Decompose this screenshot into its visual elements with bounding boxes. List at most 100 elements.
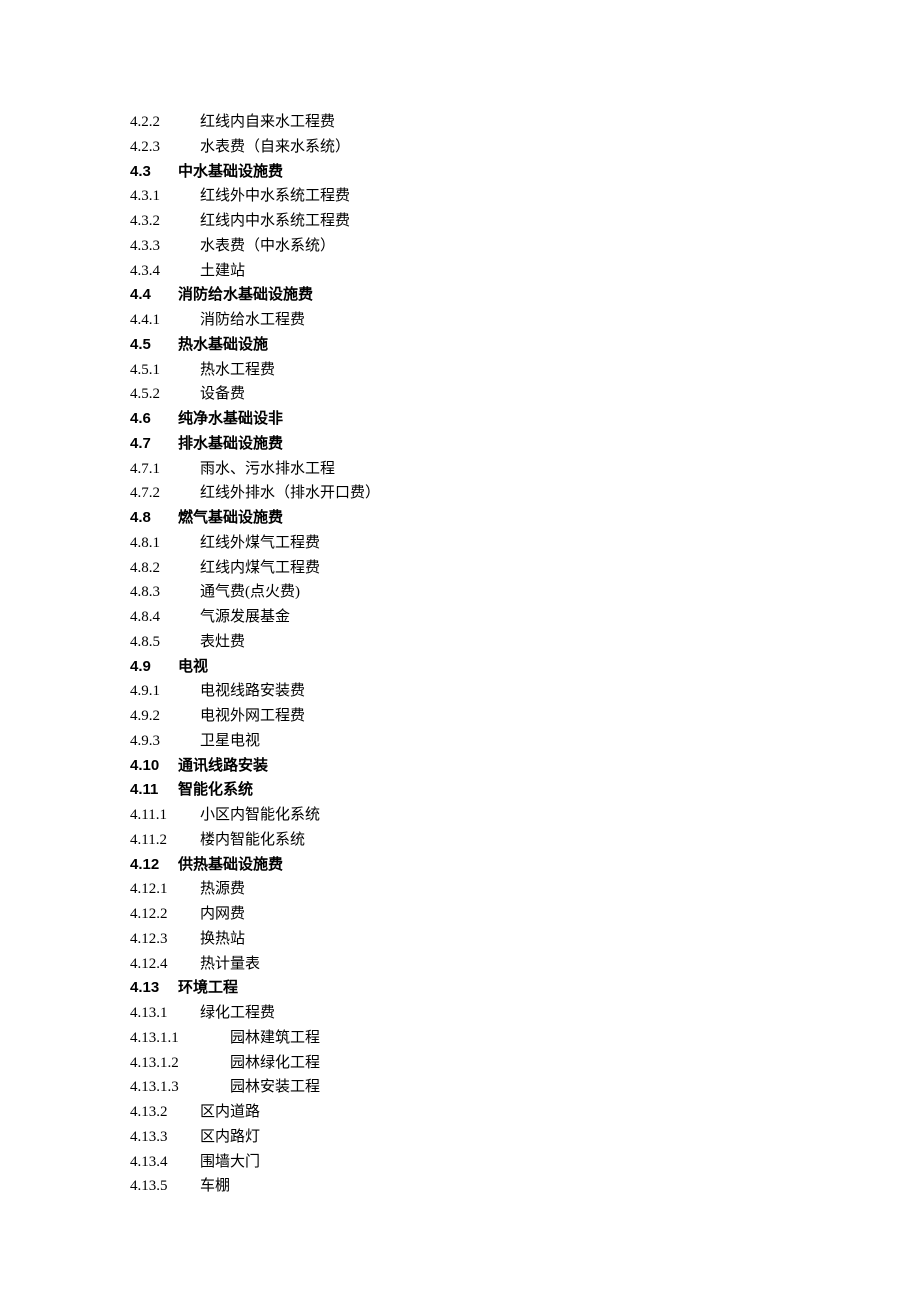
item-label: 内网费 [200, 906, 245, 922]
item-number: 4.8.1 [130, 531, 200, 556]
item-label: 园林建筑工程 [230, 1030, 320, 1046]
item-number: 4.5.1 [130, 358, 200, 383]
item-number: 4.7.2 [130, 481, 200, 506]
outline-item: 4.13.5车棚 [130, 1174, 790, 1199]
outline-item: 4.10通讯线路安装 [130, 754, 790, 779]
outline-item: 4.9.3卫星电视 [130, 729, 790, 754]
item-label: 通讯线路安装 [178, 757, 268, 774]
item-number: 4.8 [130, 506, 178, 531]
item-label: 电视 [178, 658, 208, 675]
item-label: 卫星电视 [200, 733, 260, 749]
item-number: 4.12.4 [130, 952, 200, 977]
item-label: 消防给水工程费 [200, 312, 305, 328]
item-number: 4.3 [130, 160, 178, 185]
item-number: 4.4 [130, 283, 178, 308]
item-number: 4.9.2 [130, 704, 200, 729]
outline-item: 4.2.2红线内自来水工程费 [130, 110, 790, 135]
item-label: 热源费 [200, 881, 245, 897]
item-number: 4.3.4 [130, 259, 200, 284]
item-number: 4.12 [130, 853, 178, 878]
outline-item: 4.3.3水表费（中水系统） [130, 234, 790, 259]
item-label: 园林安装工程 [230, 1079, 320, 1095]
outline-item: 4.9电视 [130, 655, 790, 680]
item-label: 车棚 [200, 1178, 230, 1194]
item-number: 4.13.1.3 [130, 1075, 230, 1100]
outline-item: 4.13.4围墙大门 [130, 1150, 790, 1175]
item-number: 4.8.4 [130, 605, 200, 630]
item-number: 4.13.1 [130, 1001, 200, 1026]
outline-item: 4.4.1消防给水工程费 [130, 308, 790, 333]
outline-item: 4.12.2内网费 [130, 902, 790, 927]
item-label: 红线外中水系统工程费 [200, 188, 350, 204]
item-label: 供热基础设施费 [178, 856, 283, 873]
item-number: 4.5.2 [130, 382, 200, 407]
item-label: 通气费(点火费) [200, 584, 300, 600]
item-label: 区内路灯 [200, 1129, 260, 1145]
outline-item: 4.5热水基础设施 [130, 333, 790, 358]
item-label: 园林绿化工程 [230, 1055, 320, 1071]
outline-item: 4.13.1.3园林安装工程 [130, 1075, 790, 1100]
item-label: 排水基础设施费 [178, 435, 283, 452]
item-label: 热计量表 [200, 956, 260, 972]
item-number: 4.3.3 [130, 234, 200, 259]
item-label: 燃气基础设施费 [178, 509, 283, 526]
item-number: 4.11.1 [130, 803, 200, 828]
item-number: 4.13.3 [130, 1125, 200, 1150]
item-label: 红线外排水（排水开口费） [200, 485, 380, 501]
item-number: 4.4.1 [130, 308, 200, 333]
item-label: 红线外煤气工程费 [200, 535, 320, 551]
item-number: 4.2.2 [130, 110, 200, 135]
item-label: 消防给水基础设施费 [178, 286, 313, 303]
item-label: 小区内智能化系统 [200, 807, 320, 823]
item-number: 4.12.3 [130, 927, 200, 952]
outline-item: 4.5.1热水工程费 [130, 358, 790, 383]
item-number: 4.6 [130, 407, 178, 432]
item-number: 4.8.2 [130, 556, 200, 581]
item-label: 楼内智能化系统 [200, 832, 305, 848]
item-label: 热水基础设施 [178, 336, 268, 353]
item-label: 纯净水基础设非 [178, 410, 283, 427]
outline-item: 4.9.2电视外网工程费 [130, 704, 790, 729]
item-label: 红线内煤气工程费 [200, 560, 320, 576]
outline-item: 4.13.3区内路灯 [130, 1125, 790, 1150]
outline-item: 4.11.2楼内智能化系统 [130, 828, 790, 853]
outline-item: 4.13.2区内道路 [130, 1100, 790, 1125]
item-label: 红线内中水系统工程费 [200, 213, 350, 229]
outline-item: 4.13.1绿化工程费 [130, 1001, 790, 1026]
item-number: 4.7.1 [130, 457, 200, 482]
outline-item: 4.6纯净水基础设非 [130, 407, 790, 432]
outline-item: 4.8燃气基础设施费 [130, 506, 790, 531]
item-number: 4.13.5 [130, 1174, 200, 1199]
outline-item: 4.11.1小区内智能化系统 [130, 803, 790, 828]
outline-item: 4.12.3换热站 [130, 927, 790, 952]
outline-item: 4.3中水基础设施费 [130, 160, 790, 185]
item-label: 电视外网工程费 [200, 708, 305, 724]
outline-item: 4.7.2红线外排水（排水开口费） [130, 481, 790, 506]
outline-list: 4.2.2红线内自来水工程费4.2.3水表费（自来水系统）4.3中水基础设施费4… [130, 110, 790, 1199]
outline-item: 4.12.1热源费 [130, 877, 790, 902]
item-label: 热水工程费 [200, 362, 275, 378]
item-number: 4.9 [130, 655, 178, 680]
item-number: 4.12.2 [130, 902, 200, 927]
item-number: 4.13.4 [130, 1150, 200, 1175]
outline-item: 4.13.1.2园林绿化工程 [130, 1051, 790, 1076]
outline-item: 4.7排水基础设施费 [130, 432, 790, 457]
outline-item: 4.11智能化系统 [130, 778, 790, 803]
outline-item: 4.12.4热计量表 [130, 952, 790, 977]
item-label: 表灶费 [200, 634, 245, 650]
item-number: 4.7 [130, 432, 178, 457]
item-number: 4.8.3 [130, 580, 200, 605]
outline-item: 4.12供热基础设施费 [130, 853, 790, 878]
item-label: 土建站 [200, 263, 245, 279]
item-label: 红线内自来水工程费 [200, 114, 335, 130]
item-number: 4.3.2 [130, 209, 200, 234]
item-label: 水表费（中水系统） [200, 238, 335, 254]
outline-item: 4.8.1红线外煤气工程费 [130, 531, 790, 556]
item-number: 4.8.5 [130, 630, 200, 655]
outline-item: 4.9.1电视线路安装费 [130, 679, 790, 704]
item-label: 雨水、污水排水工程 [200, 461, 335, 477]
item-number: 4.12.1 [130, 877, 200, 902]
item-number: 4.13.2 [130, 1100, 200, 1125]
item-number: 4.11.2 [130, 828, 200, 853]
item-number: 4.2.3 [130, 135, 200, 160]
